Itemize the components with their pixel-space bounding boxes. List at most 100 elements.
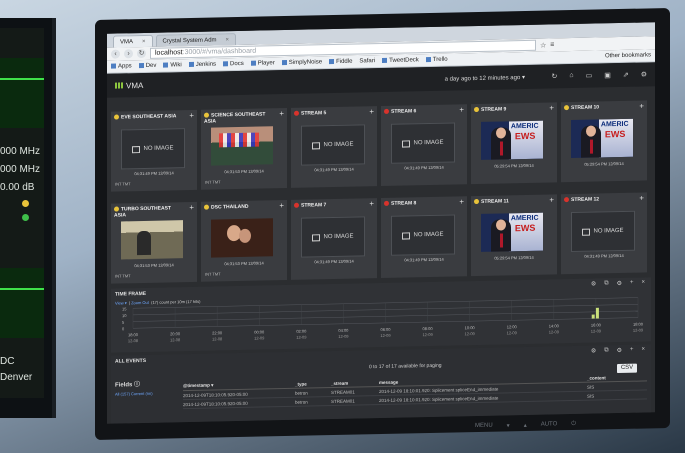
info-icon[interactable]: ⓘ bbox=[134, 382, 140, 388]
stream-tile[interactable]: STREAM 9 +05:29:54 PM 12/09/14 bbox=[471, 102, 557, 185]
monitor-button[interactable]: ▾ bbox=[507, 422, 510, 429]
bookmark-item[interactable]: Trello bbox=[425, 57, 448, 64]
bookmark-item[interactable]: Safari bbox=[359, 58, 375, 64]
column-header[interactable]: _content bbox=[587, 374, 647, 380]
apps-icon bbox=[111, 63, 116, 69]
stream-title-text: STREAM 5 bbox=[301, 110, 327, 117]
bookmark-item[interactable]: Player bbox=[250, 60, 275, 67]
bookmark-item[interactable]: TweetDeck bbox=[382, 57, 419, 64]
stream-tile[interactable]: STREAM 12 + NO IMAGE 04:31:49 PM 12/09/14 bbox=[561, 192, 647, 275]
add-icon[interactable]: + bbox=[279, 109, 284, 118]
stream-subtitle: INT TMT bbox=[115, 181, 131, 187]
fields-link[interactable]: All (157) Current (nn) bbox=[115, 391, 153, 397]
other-bookmarks[interactable]: Other bookmarks bbox=[605, 52, 651, 59]
gear-icon[interactable]: ⚙ bbox=[617, 280, 622, 287]
stream-thumbnail[interactable] bbox=[121, 220, 183, 260]
stream-tile[interactable]: TURBO SOUTHEAST ASIA +04:31:53 PM 12/09/1… bbox=[111, 201, 197, 284]
tab-vma[interactable]: VMA × bbox=[113, 34, 153, 48]
tab-crystal[interactable]: Crystal System Adm × bbox=[155, 33, 237, 47]
stream-tile[interactable]: STREAM 7 + NO IMAGE 04:31:49 PM 12/09/14 bbox=[291, 198, 377, 280]
add-icon[interactable]: + bbox=[369, 199, 374, 208]
power-icon[interactable]: ⏻ bbox=[571, 421, 576, 428]
stream-thumbnail[interactable] bbox=[481, 212, 543, 252]
menu-icon[interactable]: ≡ bbox=[550, 41, 554, 48]
bookmark-item[interactable]: Apps bbox=[111, 63, 132, 70]
view-dropdown[interactable]: View ▾ bbox=[115, 300, 127, 305]
bookmark-item[interactable]: Dev bbox=[138, 63, 156, 69]
stream-tile[interactable]: EVE SOUTHEAST ASIA + NO IMAGE 04:31:49 PM 1… bbox=[111, 109, 197, 192]
column-header[interactable]: _type bbox=[295, 381, 331, 386]
monitor-button[interactable]: ▴ bbox=[524, 422, 527, 429]
stream-thumbnail[interactable] bbox=[211, 126, 273, 166]
stream-tile[interactable]: STREAM 10 +05:29:54 PM 12/09/14 bbox=[561, 100, 647, 183]
add-icon[interactable]: + bbox=[369, 107, 374, 116]
forward-icon[interactable]: › bbox=[124, 49, 133, 59]
stream-tile[interactable]: STREAM 6 + NO IMAGE 04:31:49 PM 12/09/14 bbox=[381, 104, 467, 187]
stream-thumbnail[interactable] bbox=[211, 218, 273, 258]
close-icon[interactable]: × bbox=[226, 37, 230, 43]
stream-title-text: STREAM 7 bbox=[301, 202, 327, 209]
settings-icon[interactable]: ⚙ bbox=[641, 70, 647, 78]
zoom-out-button[interactable]: Zoom Out bbox=[131, 300, 149, 305]
stream-timestamp: 05:29:54 PM 12/09/14 bbox=[584, 160, 624, 167]
close-icon[interactable]: × bbox=[142, 38, 146, 44]
bookmark-item[interactable]: Fiddle bbox=[329, 59, 352, 66]
stream-tile[interactable]: SCIENCE SOUTHEAST ASIA +04:31:53 PM 12/09… bbox=[201, 107, 287, 190]
chart-bar[interactable] bbox=[591, 314, 595, 319]
stream-tile[interactable]: DSC THAILAND +04:31:53 PM 12/09/14 INT TMT bbox=[201, 199, 287, 282]
stream-timestamp: 04:31:49 PM 12/09/14 bbox=[404, 256, 444, 263]
bookmark-item[interactable]: SimplyNoise bbox=[281, 59, 322, 66]
home-icon[interactable]: ⌂ bbox=[569, 72, 573, 80]
stream-thumbnail[interactable] bbox=[571, 118, 633, 159]
settings-icon[interactable]: ⚙ bbox=[591, 280, 596, 287]
settings-icon[interactable]: ⚙ bbox=[591, 347, 596, 354]
refresh-icon[interactable]: ↻ bbox=[551, 72, 557, 80]
bookmark-item[interactable]: Wiki bbox=[163, 62, 182, 68]
stream-timestamp: 04:31:49 PM 12/09/14 bbox=[584, 252, 624, 259]
add-icon[interactable]: + bbox=[639, 194, 644, 203]
column-header[interactable]: @timestamp ▾ bbox=[183, 381, 295, 389]
time-range-picker[interactable]: a day ago to 12 minutes ago ▾ bbox=[445, 73, 525, 82]
save-icon[interactable]: ▣ bbox=[604, 71, 611, 79]
folder-icon[interactable]: ▭ bbox=[586, 72, 593, 80]
monitor-button[interactable]: AUTO bbox=[541, 421, 558, 428]
bookmark-item[interactable]: Docs bbox=[223, 61, 244, 68]
back-icon[interactable]: ‹ bbox=[111, 49, 120, 59]
chart-bar[interactable] bbox=[595, 307, 599, 319]
add-icon[interactable]: + bbox=[639, 102, 644, 111]
gear-icon[interactable]: ⚙ bbox=[617, 347, 622, 354]
x-tick-date: 12-08 bbox=[170, 337, 181, 342]
bookmark-item[interactable]: Jenkins bbox=[188, 61, 216, 68]
reload-icon[interactable]: ↻ bbox=[137, 48, 146, 59]
stream-subtitle: INT TMT bbox=[205, 271, 221, 277]
csv-button[interactable]: CSV bbox=[617, 363, 637, 374]
stream-tile[interactable]: STREAM 5 + NO IMAGE 04:31:49 PM 12/09/14 bbox=[291, 106, 377, 188]
copy-icon[interactable]: ⧉ bbox=[604, 280, 608, 287]
table-cell: SIS bbox=[587, 384, 595, 390]
stream-tile[interactable]: STREAM 11 +05:29:54 PM 12/09/14 bbox=[471, 194, 557, 277]
stream-title: SCIENCE SOUTHEAST ASIA bbox=[204, 111, 274, 125]
close-icon[interactable]: × bbox=[641, 346, 645, 353]
star-icon[interactable]: ☆ bbox=[540, 41, 546, 49]
stream-tile[interactable]: STREAM 8 + NO IMAGE 04:31:49 PM 12/09/14 bbox=[381, 196, 467, 279]
add-icon[interactable]: + bbox=[189, 203, 194, 212]
add-icon[interactable]: + bbox=[459, 197, 464, 206]
add-icon[interactable]: + bbox=[549, 195, 554, 204]
add-icon[interactable]: + bbox=[630, 347, 634, 354]
y-tick-label: 5 bbox=[122, 320, 125, 325]
add-icon[interactable]: + bbox=[279, 201, 284, 210]
status-dot bbox=[474, 199, 479, 205]
close-icon[interactable]: × bbox=[641, 279, 645, 286]
add-icon[interactable]: + bbox=[549, 103, 554, 112]
add-icon[interactable]: + bbox=[630, 280, 634, 287]
monitor-button[interactable]: MENU bbox=[475, 423, 493, 430]
add-icon[interactable]: + bbox=[459, 105, 464, 114]
share-icon[interactable]: ⇗ bbox=[623, 71, 629, 79]
x-tick-date: 12-09 bbox=[254, 335, 265, 340]
stream-title-text: STREAM 10 bbox=[571, 104, 600, 112]
stream-thumbnail[interactable] bbox=[481, 120, 543, 160]
column-header[interactable]: _stream bbox=[331, 380, 379, 385]
add-icon[interactable]: + bbox=[189, 111, 194, 120]
stream-timestamp: 04:31:53 PM 12/09/14 bbox=[224, 260, 264, 267]
copy-icon[interactable]: ⧉ bbox=[604, 347, 608, 354]
